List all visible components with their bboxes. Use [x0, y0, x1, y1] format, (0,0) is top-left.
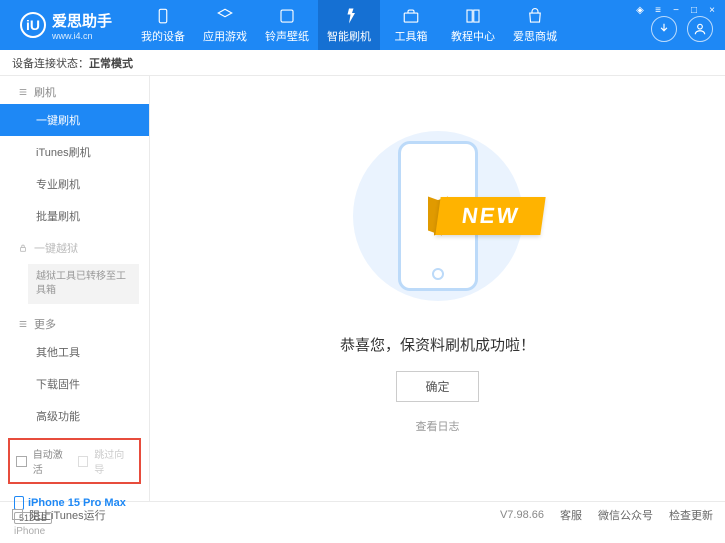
skin-icon[interactable]: ◈ [633, 3, 647, 17]
options-box: 自动激活 跳过向导 [8, 438, 141, 484]
tab-tutorials[interactable]: 教程中心 [442, 0, 504, 50]
tab-flash[interactable]: 智能刷机 [318, 0, 380, 50]
logo-icon: iU [20, 12, 46, 38]
lock-icon [18, 243, 28, 253]
sidebar-item-oneclick-flash[interactable]: 一键刷机 [0, 104, 149, 136]
brand-url: www.i4.cn [52, 31, 112, 41]
tab-label: 智能刷机 [327, 28, 371, 44]
sidebar-item-other-tools[interactable]: 其他工具 [0, 336, 149, 368]
jailbreak-note: 越狱工具已转移至工具箱 [28, 264, 139, 304]
sidebar-item-pro-flash[interactable]: 专业刷机 [0, 168, 149, 200]
list-icon [18, 319, 28, 329]
apps-icon [216, 7, 234, 25]
checkbox-label: 跳过向导 [94, 446, 133, 476]
brand-logo: iU 爱思助手 www.i4.cn [0, 10, 132, 41]
section-label: 一键越狱 [34, 240, 78, 256]
section-label: 更多 [34, 316, 56, 332]
tab-label: 工具箱 [395, 28, 428, 44]
version-label: V7.98.66 [500, 509, 544, 521]
sidebar: 刷机 一键刷机 iTunes刷机 专业刷机 批量刷机 一键越狱 越狱工具已转移至… [0, 76, 150, 501]
sidebar-section-more[interactable]: 更多 [0, 308, 149, 336]
sidebar-item-itunes-flash[interactable]: iTunes刷机 [0, 136, 149, 168]
new-ribbon: NEW [435, 197, 546, 235]
status-label: 设备连接状态： [12, 55, 89, 71]
minimize-icon[interactable]: − [669, 3, 683, 17]
success-message: 恭喜您，保资料刷机成功啦！ [340, 334, 535, 355]
wallpaper-icon [278, 7, 296, 25]
device-icon [154, 7, 172, 25]
tab-apps[interactable]: 应用游戏 [194, 0, 256, 50]
window-controls: ◈ ≡ − □ × [633, 3, 719, 17]
block-itunes-label: 阻止iTunes运行 [29, 507, 106, 523]
user-icon[interactable] [687, 16, 713, 42]
status-value: 正常模式 [89, 55, 133, 71]
tab-label: 爱思商城 [513, 28, 557, 44]
flash-icon [340, 7, 358, 25]
sidebar-section-jailbreak: 一键越狱 [0, 232, 149, 260]
device-status-bar: 设备连接状态： 正常模式 [0, 50, 725, 76]
tab-ringtone[interactable]: 铃声壁纸 [256, 0, 318, 50]
sidebar-section-flash[interactable]: 刷机 [0, 76, 149, 104]
checkbox-auto-activate[interactable] [16, 456, 27, 467]
view-log-link[interactable]: 查看日志 [416, 418, 460, 434]
maximize-icon[interactable]: □ [687, 3, 701, 17]
download-icon[interactable] [651, 16, 677, 42]
tab-label: 铃声壁纸 [265, 28, 309, 44]
checkbox-block-itunes[interactable] [12, 509, 23, 520]
sidebar-item-batch-flash[interactable]: 批量刷机 [0, 200, 149, 232]
account-buttons [651, 16, 713, 42]
book-icon [464, 7, 482, 25]
brand-name: 爱思助手 [52, 10, 112, 31]
menu-icon[interactable]: ≡ [651, 3, 665, 17]
footer-link-wechat[interactable]: 微信公众号 [598, 507, 653, 523]
close-icon[interactable]: × [705, 3, 719, 17]
main: 刷机 一键刷机 iTunes刷机 专业刷机 批量刷机 一键越狱 越狱工具已转移至… [0, 76, 725, 501]
store-icon [526, 7, 544, 25]
success-illustration: NEW [338, 116, 538, 316]
tab-label: 我的设备 [141, 28, 185, 44]
sidebar-item-download-firmware[interactable]: 下载固件 [0, 368, 149, 400]
tab-label: 教程中心 [451, 28, 495, 44]
sidebar-item-advanced[interactable]: 高级功能 [0, 400, 149, 432]
footer-link-update[interactable]: 检查更新 [669, 507, 713, 523]
checkbox-skip-guide[interactable] [78, 456, 89, 467]
tab-store[interactable]: 爱思商城 [504, 0, 566, 50]
content: NEW 恭喜您，保资料刷机成功啦！ 确定 查看日志 [150, 76, 725, 501]
footer-link-support[interactable]: 客服 [560, 507, 582, 523]
toolbox-icon [402, 7, 420, 25]
header: iU 爱思助手 www.i4.cn 我的设备 应用游戏 铃声壁纸 智能刷机 工具… [0, 0, 725, 50]
ok-button[interactable]: 确定 [396, 371, 478, 402]
list-icon [18, 87, 28, 97]
tab-label: 应用游戏 [203, 28, 247, 44]
tab-toolbox[interactable]: 工具箱 [380, 0, 442, 50]
checkbox-label: 自动激活 [33, 446, 72, 476]
tab-my-device[interactable]: 我的设备 [132, 0, 194, 50]
device-model: iPhone [14, 526, 135, 537]
section-label: 刷机 [34, 84, 56, 100]
nav-tabs: 我的设备 应用游戏 铃声壁纸 智能刷机 工具箱 教程中心 爱思商城 [132, 0, 566, 50]
